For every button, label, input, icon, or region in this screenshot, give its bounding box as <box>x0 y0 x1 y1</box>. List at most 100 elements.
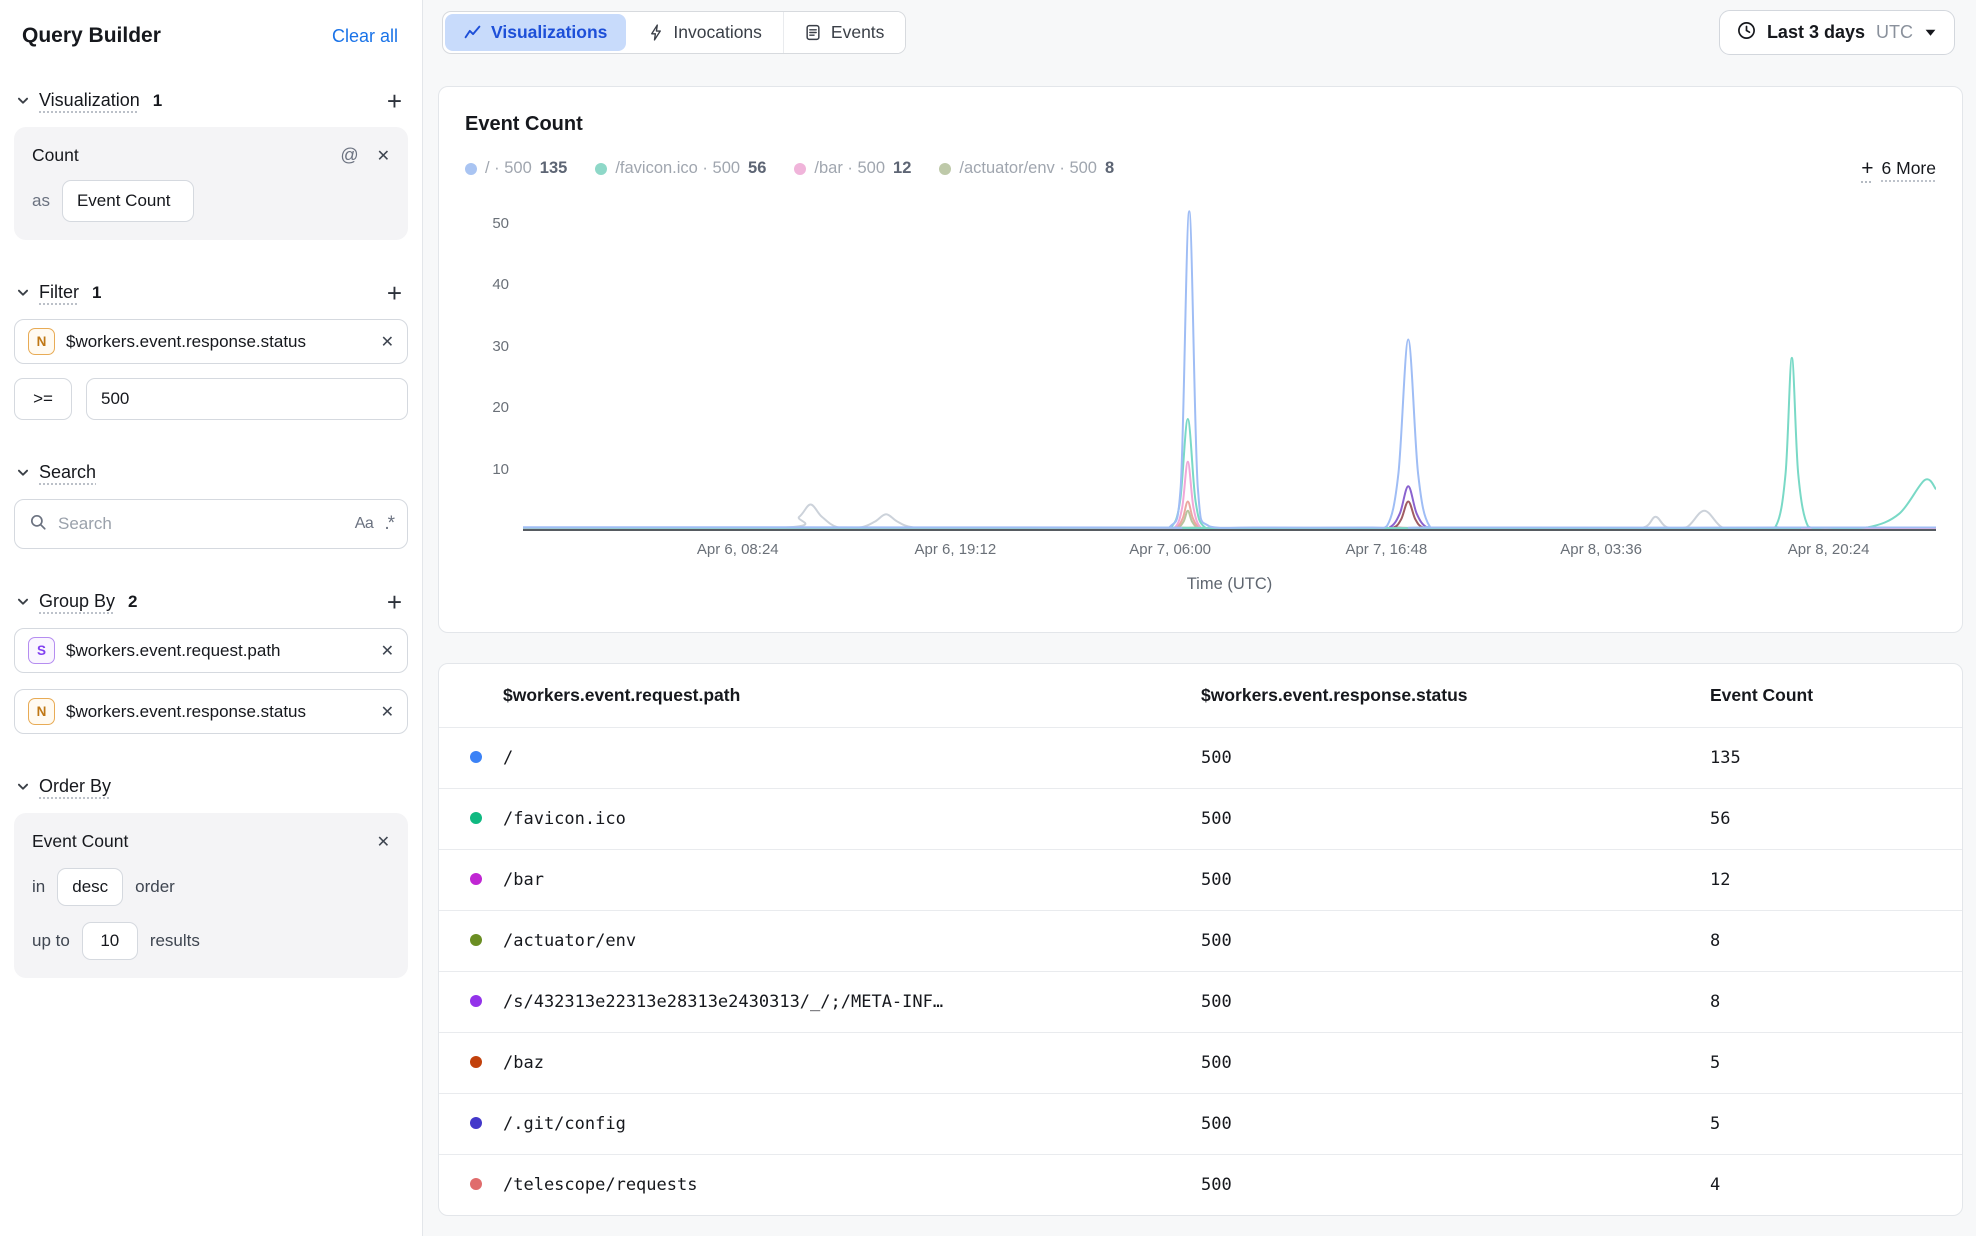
chart-series-line <box>523 511 1936 529</box>
filter-operator-select[interactable]: >= <box>14 378 72 420</box>
search-section-title[interactable]: Search <box>39 462 96 483</box>
legend-item[interactable]: / · 500 135 <box>465 159 567 178</box>
visualization-section-title[interactable]: Visualization <box>39 90 140 111</box>
cell-count: 135 <box>1710 728 1962 789</box>
aggregate-function-label[interactable]: Count <box>32 145 79 166</box>
x-tick-label: Apr 8, 03:36 <box>1560 541 1642 558</box>
remove-group-by-icon[interactable]: ✕ <box>381 641 394 661</box>
cell-status: 500 <box>1201 911 1710 972</box>
at-icon[interactable]: @ <box>340 145 358 166</box>
clock-icon <box>1737 21 1756 43</box>
chart-svg <box>523 199 1936 529</box>
group-by-list: S$workers.event.request.path✕ N$workers.e… <box>14 628 408 734</box>
cell-count: 8 <box>1710 911 1962 972</box>
cell-path: /bar <box>503 850 1201 911</box>
chart-series-line <box>523 358 1936 528</box>
order-by-card: Event Count ✕ in desc order up to result… <box>14 813 408 978</box>
timezone-label: UTC <box>1876 22 1913 43</box>
table-row[interactable]: /telescope/requests5004 <box>439 1155 1962 1216</box>
table-row[interactable]: /.git/config5005 <box>439 1094 1962 1155</box>
remove-order-by-icon[interactable]: ✕ <box>377 832 390 852</box>
legend-label: / · 500 <box>485 159 532 178</box>
plus-icon: + <box>1861 162 1873 176</box>
order-by-section-title[interactable]: Order By <box>39 776 111 797</box>
group-by-section-title[interactable]: Group By <box>39 591 115 612</box>
cell-count: 4 <box>1710 1155 1962 1216</box>
cell-path: /actuator/env <box>503 911 1201 972</box>
group-by-field[interactable]: N$workers.event.response.status✕ <box>14 689 408 734</box>
plot-canvas[interactable] <box>523 199 1936 531</box>
visualization-count: 1 <box>153 91 162 111</box>
tab-label: Invocations <box>673 22 762 43</box>
cell-status: 500 <box>1201 972 1710 1033</box>
sort-direction-button[interactable]: desc <box>57 868 123 906</box>
time-range-button[interactable]: Last 3 days UTC <box>1719 10 1955 55</box>
more-series-label: 6 More <box>1882 158 1936 179</box>
legend-item[interactable]: /actuator/env · 5008 <box>939 159 1114 178</box>
group-by-field[interactable]: S$workers.event.request.path✕ <box>14 628 408 673</box>
add-filter-button[interactable]: + <box>387 283 402 303</box>
filter-field[interactable]: N $workers.event.response.status ✕ <box>14 319 408 364</box>
result-limit-input[interactable] <box>82 922 138 960</box>
add-group-by-button[interactable]: + <box>387 592 402 612</box>
remove-visualization-icon[interactable]: ✕ <box>377 146 390 166</box>
tab-invocations[interactable]: Invocations <box>628 12 783 53</box>
search-input[interactable] <box>58 514 344 534</box>
chevron-down-icon[interactable] <box>16 780 30 794</box>
chevron-down-icon[interactable] <box>16 94 30 108</box>
table-row[interactable]: /baz5005 <box>439 1033 1962 1094</box>
x-tick-label: Apr 6, 19:12 <box>915 541 997 558</box>
tab-events[interactable]: Events <box>783 12 906 53</box>
match-case-icon[interactable]: Aa <box>355 515 374 533</box>
chart-plot-area: 1020304050 Apr 6, 08:24Apr 6, 19:12Apr 7… <box>465 199 1936 567</box>
table-row[interactable]: /actuator/env5008 <box>439 911 1962 972</box>
cell-count: 12 <box>1710 850 1962 911</box>
remove-group-by-icon[interactable]: ✕ <box>381 702 394 722</box>
table-header-row: $workers.event.request.path $workers.eve… <box>439 664 1962 728</box>
legend-item[interactable]: /favicon.ico · 50056 <box>595 159 766 178</box>
chart-series-line <box>523 462 1936 528</box>
y-tick-label: 50 <box>492 215 509 232</box>
series-color-dot <box>465 163 477 175</box>
series-color-dot <box>794 163 806 175</box>
table-row[interactable]: /500135 <box>439 728 1962 789</box>
alias-input[interactable] <box>62 180 194 222</box>
chevron-down-icon[interactable] <box>16 466 30 480</box>
chart-series-line <box>523 486 1936 528</box>
x-tick-label: Apr 7, 06:00 <box>1129 541 1211 558</box>
filter-section-title[interactable]: Filter <box>39 282 79 303</box>
column-header-status[interactable]: $workers.event.response.status <box>1201 664 1710 728</box>
table-row[interactable]: /favicon.ico50056 <box>439 789 1962 850</box>
column-header-count[interactable]: Event Count <box>1710 664 1962 728</box>
chevron-down-icon[interactable] <box>16 286 30 300</box>
y-tick-label: 40 <box>492 276 509 293</box>
remove-filter-icon[interactable]: ✕ <box>381 332 394 352</box>
tab-visualizations[interactable]: Visualizations <box>445 14 626 51</box>
type-badge-S: S <box>28 637 55 664</box>
table-row[interactable]: /s/432313e22313e28313e2430313/_/;/META-I… <box>439 972 1962 1033</box>
chart-title: Event Count <box>465 113 1936 136</box>
cell-count: 56 <box>1710 789 1962 850</box>
filter-value-input[interactable] <box>86 378 408 420</box>
add-visualization-button[interactable]: + <box>387 91 402 111</box>
series-color-dot <box>470 934 482 946</box>
topbar: Visualizations Invocations Events Last 3 d… <box>423 0 1976 64</box>
clear-all-link[interactable]: Clear all <box>332 26 398 47</box>
order-by-field[interactable]: Event Count <box>32 831 128 852</box>
more-series-button[interactable]: + 6 More <box>1861 158 1936 179</box>
tab-label: Visualizations <box>491 22 607 43</box>
table-row[interactable]: /bar50012 <box>439 850 1962 911</box>
series-color-dot <box>470 812 482 824</box>
chart-series-line <box>523 501 1936 528</box>
x-axis-labels: Apr 6, 08:24Apr 6, 19:12Apr 7, 06:00Apr … <box>523 541 1936 563</box>
x-tick-label: Apr 7, 16:48 <box>1345 541 1427 558</box>
series-color-dot <box>470 751 482 763</box>
legend-count: 135 <box>540 159 568 178</box>
legend-item[interactable]: /bar · 50012 <box>794 159 911 178</box>
cell-count: 8 <box>1710 972 1962 1033</box>
regex-icon[interactable]: .* <box>384 519 393 529</box>
y-tick-label: 10 <box>492 461 509 478</box>
results-table: $workers.event.request.path $workers.eve… <box>439 664 1962 1215</box>
column-header-path[interactable]: $workers.event.request.path <box>503 664 1201 728</box>
chevron-down-icon[interactable] <box>16 595 30 609</box>
